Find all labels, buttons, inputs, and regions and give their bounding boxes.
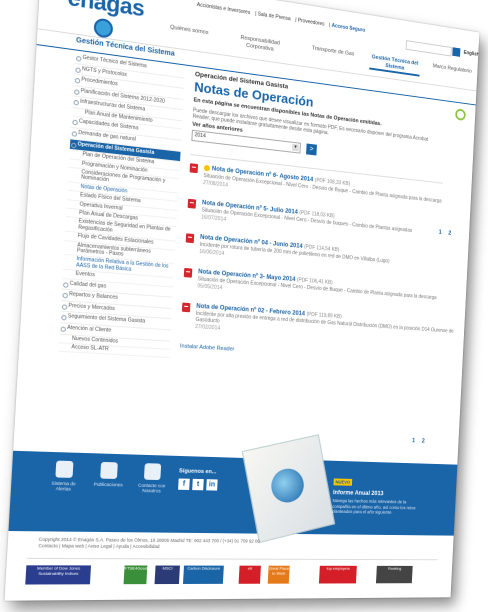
menu-item-gestion-tecnica[interactable]: Gestión Técnica del Sistema [369,53,421,77]
language-link[interactable]: English [464,50,480,58]
menu-item-marco-regulatorio[interactable]: Marco Regulatorio [427,62,478,76]
footer-alerts[interactable]: Sistema de Alertas [46,460,82,492]
chevron-down-icon: ▾ [291,143,299,152]
new-badge: NUEVO [333,478,353,486]
screenshot-stage: enagas Accionistas e Inversores | Sala de… [0,0,488,612]
contact-icon [143,463,162,481]
partner-logo[interactable]: efr [238,565,261,584]
twitter-icon[interactable]: t [192,478,204,491]
pagination-bottom: 1 2 [407,438,425,444]
footer-band: Sistema de Alertas Publicaciones Contact… [8,434,458,544]
footer-contact[interactable]: Contacte con Nosotros [135,463,169,494]
note-item: Nota de Operación nº 02 - Febrero 2014 (… [181,302,462,347]
year-select-value: 2014 [194,132,206,140]
social-block: Síguenos en... f t in [178,468,221,491]
partner-logo[interactable]: FTSE4Good [123,565,148,585]
menu-item-quienes-somos[interactable]: Quiénes somos [160,23,219,39]
go-button[interactable]: > [306,143,317,156]
certification-logos: Member of Dow Jones Sustainability Indic… [24,557,438,596]
publications-icon [100,461,118,480]
footer-alerts-label: Sistema de Alertas [51,480,76,492]
footer-publications[interactable]: Publicaciones [91,461,126,488]
note-item: Nota de Operación nº 3- Mayo 2014 (PDF 1… [183,267,463,309]
menu-item-transporte[interactable]: Transporte de Gas [303,44,363,60]
pdf-icon [183,267,193,278]
top-links: Accionistas e Inversores | Sala de Prensa… [196,1,366,34]
search-input[interactable] [405,40,452,57]
follow-label: Síguenos en... [178,468,217,476]
facebook-icon[interactable]: f [178,478,190,490]
linkedin-icon[interactable]: in [206,479,218,491]
menu-item-responsabilidad[interactable]: Responsabilidad Corporativa [229,33,290,56]
annual-report-text: Navega las hechos más relevantes de la c… [331,498,416,515]
toplink-investors[interactable]: Accionistas e Inversores [197,2,251,16]
partner-logo[interactable]: Carbon Disclosure [182,565,224,584]
search-button[interactable] [452,47,461,57]
sidebar-nav: Gestor Técnico del Sistema NGTS y Protoco… [58,52,186,359]
page-link-2-bottom[interactable]: 2 [422,439,425,445]
alert-icon [55,460,74,478]
annual-report-promo: NUEVO Informe Anual 2013 Navega las hech… [332,471,425,516]
partner-logo[interactable]: Great Place to Work [267,565,290,584]
toplink-secure-access[interactable]: Acceso Seguro [331,23,365,34]
page-link-1-bottom[interactable]: 1 [412,438,415,444]
new-dot-icon [203,164,211,172]
webpage-printout: enagas Accionistas e Inversores | Sala de… [4,0,480,601]
pdf-icon [181,302,191,312]
main-content: Operación del Sistema Gasista Notas de O… [180,71,473,445]
annual-report-cover[interactable] [241,434,336,544]
partner-logo[interactable]: Member of Dow Jones Sustainability Indic… [25,565,92,585]
annual-report-title[interactable]: Informe Anual 2013 [333,490,424,498]
partner-logo[interactable]: MSCI [154,565,180,585]
pdf-icon [187,198,197,209]
footer-publications-label: Publicaciones [93,481,123,488]
copyright-block: Copyright 2014 © Enagás S.A. Paseo de lo… [38,537,260,551]
toplink-press[interactable]: Sala de Prensa [258,11,291,22]
adobe-reader-link[interactable]: Instalar Adobe Reader [180,343,460,366]
notes-list: Nota de Operación nº 6- Agosto 2014 (PDF… [181,163,469,347]
pdf-icon [185,232,195,243]
globe-icon [268,465,307,506]
partner-logo[interactable]: Ranking [375,565,413,584]
footer-contact-label: Contacte con Nosotros [138,482,166,494]
toplink-suppliers[interactable]: Proveedores [298,18,325,28]
partner-logo[interactable]: top employers [318,565,357,584]
pdf-icon [189,163,199,174]
